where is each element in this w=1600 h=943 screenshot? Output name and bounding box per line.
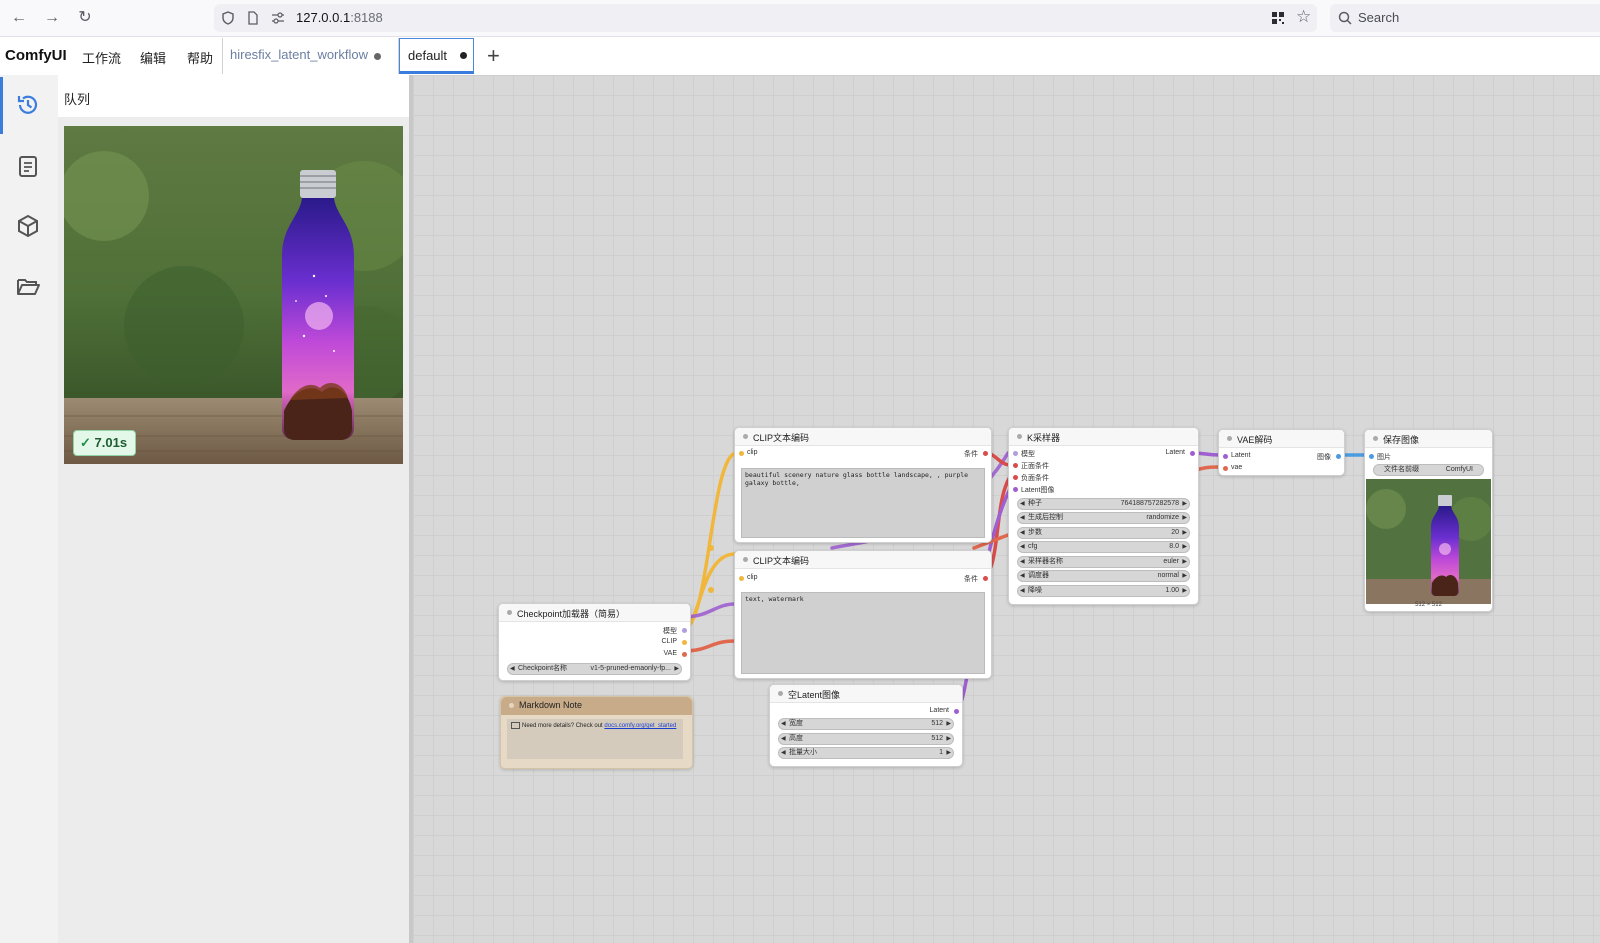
widget-denoise[interactable]: ◀ 降噪 1.00 ▶ bbox=[1017, 585, 1190, 597]
prompt-textarea[interactable]: text, watermark bbox=[741, 592, 985, 674]
node-title: K采样器 bbox=[1027, 433, 1061, 443]
node-checkpoint-loader[interactable]: Checkpoint加载器（简易） 模型 CLIP VAE ◀ Checkpoin… bbox=[498, 603, 691, 681]
input-port-label: Latent bbox=[1231, 452, 1251, 459]
node-title: VAE解码 bbox=[1237, 435, 1273, 445]
input-port-dot[interactable] bbox=[1013, 463, 1018, 468]
widget-sampler-name[interactable]: ◀ 采样器名称 euler ▶ bbox=[1017, 556, 1190, 568]
saved-image-preview[interactable] bbox=[1366, 479, 1491, 604]
node-title-bar[interactable]: 空Latent图像 bbox=[770, 685, 962, 703]
markdown-body[interactable]: Need more details? Check out docs.comfy.… bbox=[507, 719, 683, 759]
markdown-text: Need more details? Check out bbox=[522, 723, 605, 730]
input-port-label: 图片 bbox=[1377, 454, 1391, 461]
widget-control-after-generate[interactable]: ◀ 生成后控制 randomize ▶ bbox=[1017, 512, 1190, 524]
node-title: Checkpoint加载器（简易） bbox=[517, 609, 626, 619]
image-size-label: 512 × 512 bbox=[1415, 602, 1442, 608]
node-title-bar[interactable]: K采样器 bbox=[1009, 428, 1198, 446]
node-title-bar[interactable]: CLIP文本编码 bbox=[735, 551, 991, 569]
output-port-dot[interactable] bbox=[682, 640, 687, 645]
collapse-dot[interactable] bbox=[507, 610, 512, 615]
output-port-label: 条件 bbox=[964, 451, 978, 458]
widget-steps[interactable]: ◀ 步数 20 ▶ bbox=[1017, 527, 1190, 539]
widget-checkpoint-name[interactable]: ◀ Checkpoint名称 v1-5-pruned-emaonly-fp... ▶ bbox=[507, 663, 682, 675]
output-port-label: CLIP bbox=[661, 638, 677, 645]
input-port-dot[interactable] bbox=[1013, 475, 1018, 480]
output-port-label: 图像 bbox=[1317, 454, 1331, 461]
node-markdown-note[interactable]: Markdown Note Need more details? Check o… bbox=[500, 696, 693, 769]
prompt-textarea[interactable]: beautiful scenery nature glass bottle la… bbox=[741, 468, 985, 538]
reroute-dot bbox=[708, 545, 714, 551]
node-clip-text-encode-negative[interactable]: CLIP文本编码 clip 条件 text, watermark bbox=[734, 550, 992, 679]
node-title-bar[interactable]: 保存图像 bbox=[1365, 430, 1492, 448]
node-title-bar[interactable]: Markdown Note bbox=[501, 697, 692, 715]
input-port-dot[interactable] bbox=[739, 576, 744, 581]
node-title-bar[interactable]: VAE解码 bbox=[1219, 430, 1344, 448]
reroute-dot bbox=[708, 587, 714, 593]
input-port-label: Latent图像 bbox=[1021, 487, 1055, 494]
collapse-dot[interactable] bbox=[509, 703, 514, 708]
widget-cfg[interactable]: ◀ cfg 8.0 ▶ bbox=[1017, 541, 1190, 553]
output-port-dot[interactable] bbox=[983, 576, 988, 581]
widget-batch-size[interactable]: ◀ 批量大小 1 ▶ bbox=[778, 747, 954, 759]
output-port-label: Latent bbox=[929, 707, 949, 714]
node-title: CLIP文本编码 bbox=[753, 433, 810, 443]
input-port-dot[interactable] bbox=[1223, 466, 1228, 471]
collapse-dot[interactable] bbox=[743, 434, 748, 439]
collapse-dot[interactable] bbox=[1017, 434, 1022, 439]
node-vae-decode[interactable]: VAE解码 Latent vae 图像 bbox=[1218, 429, 1345, 476]
node-title: CLIP文本编码 bbox=[753, 556, 810, 566]
input-port-dot[interactable] bbox=[1223, 454, 1228, 459]
node-save-image[interactable]: 保存图像 图片 文件名前缀 ComfyUI 512 × 512 bbox=[1364, 429, 1493, 612]
node-empty-latent-image[interactable]: 空Latent图像 Latent ◀ 宽度 512 ▶ ◀ 高度 512 ▶ ◀ 批量大小 1 ▶ bbox=[769, 684, 963, 767]
node-ksampler[interactable]: K采样器 模型 正面条件 负面条件 Latent图像 Latent ◀ 种子 764… bbox=[1008, 427, 1199, 605]
collapse-dot[interactable] bbox=[778, 691, 783, 696]
input-port-dot[interactable] bbox=[1013, 487, 1018, 492]
input-port-label: clip bbox=[747, 574, 758, 581]
input-port-dot[interactable] bbox=[739, 451, 744, 456]
link-clip-2 bbox=[681, 451, 739, 631]
output-port-dot[interactable] bbox=[983, 451, 988, 456]
output-port-label: VAE bbox=[663, 650, 678, 657]
widget-width[interactable]: ◀ 宽度 512 ▶ bbox=[778, 718, 954, 730]
widget-height[interactable]: ◀ 高度 512 ▶ bbox=[778, 733, 954, 745]
node-title: 保存图像 bbox=[1383, 435, 1420, 445]
output-port-label: Latent bbox=[1165, 449, 1185, 456]
widget-filename-prefix[interactable]: 文件名前缀 ComfyUI bbox=[1373, 464, 1484, 476]
input-port-label: 正面条件 bbox=[1021, 463, 1049, 470]
input-port-dot[interactable] bbox=[1369, 454, 1374, 459]
node-title: Markdown Note bbox=[519, 700, 583, 710]
collapse-dot[interactable] bbox=[743, 557, 748, 562]
input-port-label: 模型 bbox=[1021, 451, 1035, 458]
output-port-dot[interactable] bbox=[682, 652, 687, 657]
collapse-dot[interactable] bbox=[1227, 436, 1232, 441]
output-port-label: 模型 bbox=[663, 628, 677, 635]
collapse-dot[interactable] bbox=[1373, 436, 1378, 441]
input-port-dot[interactable] bbox=[1013, 451, 1018, 456]
node-title-bar[interactable]: Checkpoint加载器（简易） bbox=[499, 604, 690, 622]
output-port-dot[interactable] bbox=[1336, 454, 1341, 459]
node-clip-text-encode-positive[interactable]: CLIP文本编码 clip 条件 beautiful scenery natur… bbox=[734, 427, 992, 543]
output-port-dot[interactable] bbox=[1190, 451, 1195, 456]
input-port-label: clip bbox=[747, 449, 758, 456]
input-port-label: 负面条件 bbox=[1021, 475, 1049, 482]
node-title-bar[interactable]: CLIP文本编码 bbox=[735, 428, 991, 446]
node-title: 空Latent图像 bbox=[788, 690, 841, 700]
input-port-label: vae bbox=[1231, 464, 1243, 471]
checkbox-icon bbox=[511, 722, 520, 729]
output-port-dot[interactable] bbox=[954, 709, 959, 714]
widget-seed[interactable]: ◀ 种子 764188757282578 ▶ bbox=[1017, 498, 1190, 510]
output-port-dot[interactable] bbox=[682, 628, 687, 633]
output-port-label: 条件 bbox=[964, 576, 978, 583]
widget-scheduler[interactable]: ◀ 调度器 normal ▶ bbox=[1017, 570, 1190, 582]
docs-link[interactable]: docs.comfy.org/get_started bbox=[604, 723, 676, 729]
